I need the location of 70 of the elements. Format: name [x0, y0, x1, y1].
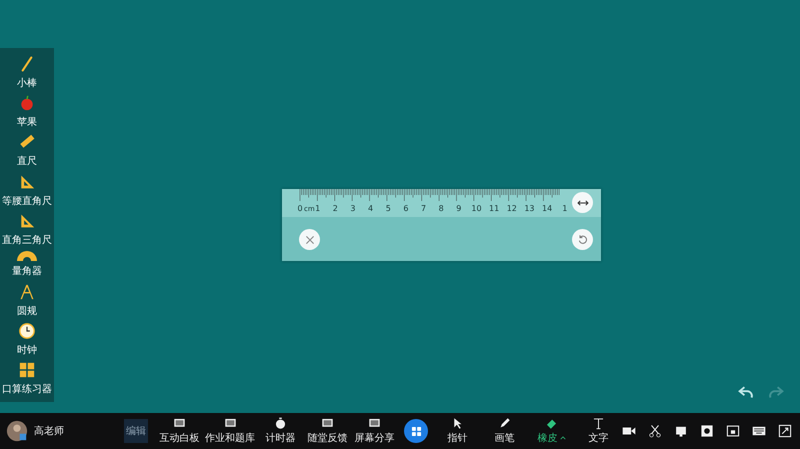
scale-number: 7 — [421, 204, 426, 213]
scale-number: 12 — [506, 204, 517, 213]
scale-number: 1 — [315, 204, 320, 213]
tool-label: 圆规 — [17, 304, 37, 318]
user-name: 高老师 — [34, 424, 64, 438]
scissors-icon[interactable] — [648, 424, 662, 438]
scale-number: 0 — [297, 204, 303, 213]
toolbar-button[interactable]: 互动白板 — [158, 417, 201, 445]
apps-button[interactable] — [404, 419, 428, 443]
scale-number: 9 — [456, 204, 462, 213]
toolbar-button[interactable]: 指针 — [436, 417, 479, 445]
scale-number: 5 — [386, 204, 391, 213]
fullscreen-icon[interactable] — [778, 424, 792, 438]
toolbar-button[interactable]: 屏幕分享 — [353, 417, 396, 445]
scale-number: 1 — [562, 204, 568, 213]
pen-icon — [498, 417, 511, 430]
tool-item[interactable]: 圆规 — [17, 282, 37, 318]
screen-icon[interactable] — [674, 424, 688, 438]
scale-number: 14 — [542, 204, 552, 213]
toolbar-button[interactable]: 文字 — [577, 417, 620, 445]
undo-icon[interactable] — [738, 384, 754, 400]
board-icon — [224, 417, 236, 430]
scale-number: 6 — [403, 204, 408, 213]
scale-number: 10 — [471, 204, 482, 213]
text-icon — [592, 417, 605, 430]
close-button[interactable] — [299, 229, 320, 250]
tool-item[interactable]: 量角器 — [12, 250, 42, 278]
grid-icon — [410, 424, 422, 438]
rotate-button[interactable] — [572, 229, 593, 250]
eraser-icon — [545, 417, 558, 430]
scale-number: 3 — [350, 204, 356, 213]
tool-label: 直角三角尺 — [2, 234, 52, 247]
tool-label: 等腰直角尺 — [2, 194, 52, 208]
tool-label: 量角器 — [12, 265, 42, 278]
toolbar-button[interactable]: 作业和题库 — [205, 417, 255, 445]
toolbar-button[interactable]: 画笔 — [483, 417, 526, 445]
board-icon — [173, 417, 186, 430]
toolbar-button[interactable]: 橡皮 — [530, 417, 573, 445]
scale-number: 13 — [524, 204, 535, 213]
tool-item[interactable]: 等腰直角尺 — [2, 172, 52, 208]
timer-icon — [274, 417, 287, 430]
keyboard-icon[interactable] — [752, 424, 766, 438]
tool-label: 苹果 — [17, 116, 37, 129]
tool-item[interactable]: 口算练习器 — [2, 360, 52, 396]
card-icon — [321, 417, 334, 430]
scale-number: 8 — [438, 204, 444, 213]
flip-button[interactable] — [572, 192, 593, 213]
tool-item[interactable]: 苹果 — [17, 92, 37, 129]
tool-item[interactable]: 直尺 — [17, 132, 37, 168]
avatar[interactable] — [6, 420, 28, 442]
edit-button[interactable]: 编辑 — [124, 419, 148, 443]
rotate-icon — [576, 234, 588, 246]
toolbar-button[interactable]: 计时器 — [259, 417, 302, 445]
tool-item[interactable]: 时钟 — [17, 320, 37, 357]
tool-label: 时钟 — [17, 344, 37, 357]
toolbar-button[interactable]: 随堂反馈 — [306, 417, 349, 445]
scale-number: 11 — [489, 204, 500, 213]
tool-item[interactable]: 小棒 — [17, 54, 37, 90]
clock-icon — [17, 320, 37, 341]
scale-number: 4 — [368, 204, 374, 213]
tool-label: 直尺 — [17, 154, 37, 168]
tool-label: 口算练习器 — [2, 383, 52, 396]
record-icon[interactable] — [700, 424, 714, 438]
protractor-icon — [17, 250, 37, 262]
tool-label: 小棒 — [17, 76, 37, 90]
scale-number: 2 — [332, 204, 338, 213]
close-icon — [304, 234, 316, 246]
tool-item[interactable]: 直角三角尺 — [2, 210, 52, 247]
monitor-icon — [368, 417, 381, 430]
caret-icon[interactable] — [560, 436, 566, 440]
